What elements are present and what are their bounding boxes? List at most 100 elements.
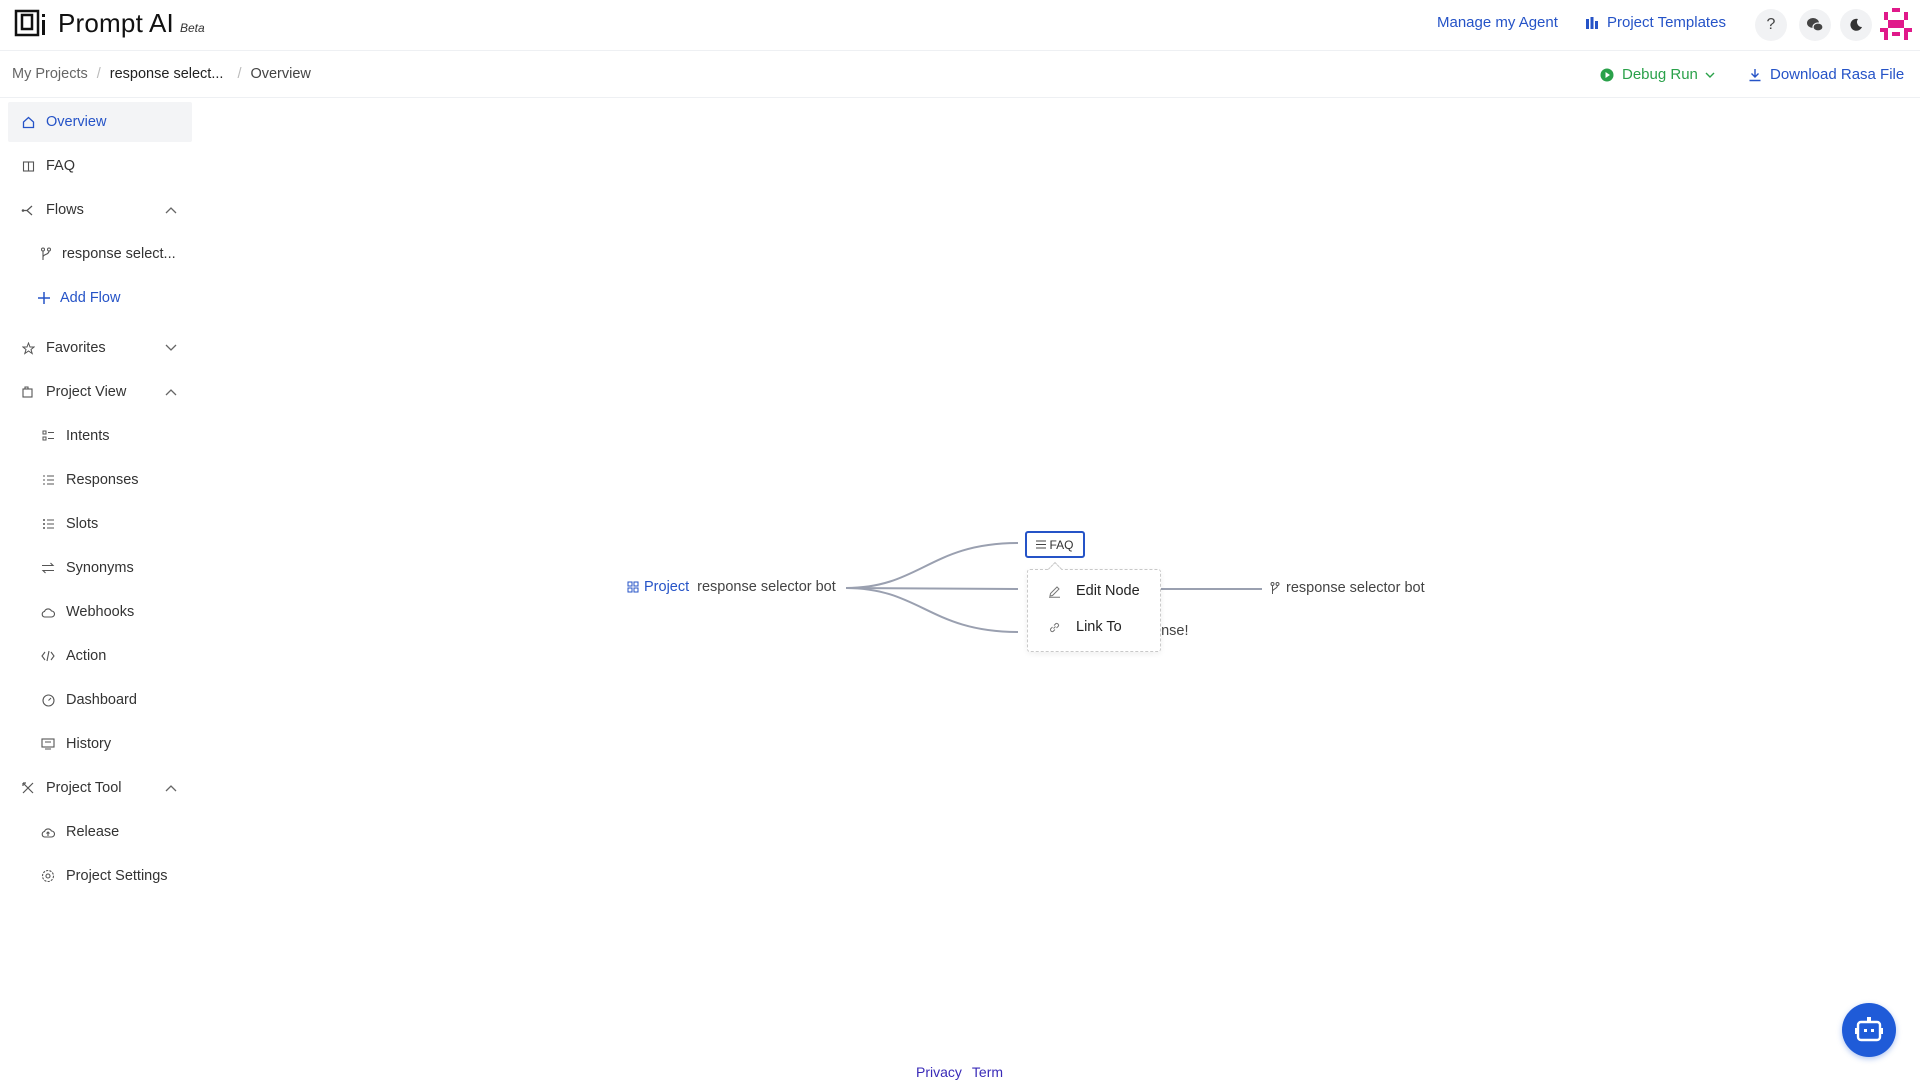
breadcrumb-bar: My Projects / response select... / Overv… — [0, 52, 1920, 98]
grid-icon — [627, 581, 639, 593]
sidebar-item-label: Action — [66, 648, 107, 664]
faq-node-label: FAQ — [1049, 537, 1074, 552]
sidebar-item-favorites[interactable]: Favorites — [20, 328, 106, 368]
sidebar-item-project-view[interactable]: Project View — [20, 372, 126, 412]
cloud-upload-icon — [40, 824, 56, 840]
sidebar-item-label: Slots — [66, 516, 99, 532]
gear-icon — [40, 868, 56, 884]
list-icon — [40, 516, 56, 532]
project-templates-label: Project Templates — [1607, 14, 1726, 31]
sidebar-item-label: Project Tool — [46, 780, 122, 796]
manage-agent-link[interactable]: Manage my Agent — [1437, 14, 1558, 31]
download-rasa-button[interactable]: Download Rasa File — [1748, 66, 1904, 83]
chevron-down-icon[interactable] — [164, 340, 178, 354]
sidebar-item-history[interactable]: History — [40, 724, 111, 764]
chevron-up-icon[interactable] — [164, 204, 178, 218]
logo-icon — [14, 9, 45, 37]
footer-links: Privacy Term — [916, 1064, 1003, 1080]
sidebar-item-label: Responses — [66, 472, 139, 488]
sidebar-item-label: Release — [66, 824, 120, 840]
app-logo[interactable]: Prompt AI Beta — [14, 8, 205, 38]
sidebar-item-label: Webhooks — [66, 604, 135, 620]
sidebar-item-overview[interactable]: Overview — [8, 102, 192, 142]
breadcrumb-separator: / — [96, 66, 101, 82]
sidebar-item-label: response select... — [62, 246, 176, 262]
add-flow-button[interactable]: Add Flow — [36, 278, 120, 318]
sidebar-item-label: Project Settings — [66, 868, 168, 884]
project-templates-link[interactable]: Project Templates — [1585, 14, 1726, 31]
node-context-menu: Edit Node Link To — [1027, 561, 1161, 652]
mindmap-root-node[interactable]: Project response selector bot — [627, 579, 836, 595]
debug-run-button[interactable]: Debug Run — [1600, 66, 1716, 83]
flows-icon — [20, 202, 36, 218]
sidebar-item-label: History — [66, 736, 112, 752]
mindmap-connectors — [845, 542, 1262, 633]
dashboard-icon — [40, 692, 56, 708]
tools-icon — [20, 780, 36, 796]
top-bar: Prompt AI Beta Manage my Agent Project T… — [0, 0, 1920, 51]
book-icon — [20, 158, 36, 174]
root-name: response selector bot — [697, 579, 836, 595]
moon-icon — [1850, 18, 1862, 31]
sidebar-item-label: Synonyms — [66, 560, 134, 576]
edit-node-label: Edit Node — [1076, 583, 1140, 599]
sidebar-item-label: Dashboard — [66, 692, 137, 708]
sidebar-item-flow-response-selector[interactable]: response select... — [38, 234, 176, 274]
link-to-label: Link To — [1076, 619, 1122, 635]
sidebar-item-action[interactable]: Action — [40, 636, 106, 676]
app-name: Prompt AI — [58, 8, 174, 38]
chevron-up-icon[interactable] — [164, 386, 178, 400]
mindmap-faq-node[interactable]: FAQ — [1025, 531, 1085, 558]
wechat-button[interactable] — [1799, 9, 1831, 41]
sidebar-item-label: Favorites — [46, 340, 106, 356]
pencil-icon — [1048, 585, 1062, 598]
sidebar-item-responses[interactable]: Responses — [40, 460, 139, 500]
breadcrumb-my-projects[interactable]: My Projects — [12, 66, 88, 82]
term-link[interactable]: Term — [972, 1064, 1003, 1080]
help-button[interactable]: ? — [1755, 9, 1787, 41]
chevron-down-icon — [1705, 72, 1715, 78]
cloud-icon — [40, 604, 56, 620]
sidebar-item-project-tool[interactable]: Project Tool — [20, 768, 122, 808]
download-icon — [1749, 68, 1761, 81]
dark-mode-button[interactable] — [1840, 9, 1872, 41]
templates-icon — [1586, 16, 1598, 29]
sidebar-item-flows[interactable]: Flows — [20, 190, 84, 230]
list-icon — [1036, 540, 1047, 549]
beta-label: Beta — [179, 21, 205, 35]
sidebar-item-label: FAQ — [46, 158, 76, 174]
sidebar-item-label: Flows — [46, 202, 84, 218]
avatar-icon[interactable] — [1880, 8, 1912, 40]
chevron-up-icon[interactable] — [164, 782, 178, 796]
download-rasa-label: Download Rasa File — [1770, 66, 1905, 83]
privacy-link[interactable]: Privacy — [916, 1064, 962, 1080]
sidebar-item-slots[interactable]: Slots — [40, 504, 98, 544]
sidebar-item-label: Project View — [46, 384, 127, 400]
sidebar-item-label: Intents — [66, 428, 110, 444]
sidebar-item-webhooks[interactable]: Webhooks — [40, 592, 134, 632]
sidebar-item-synonyms[interactable]: Synonyms — [40, 548, 134, 588]
sidebar-item-intents[interactable]: Intents — [40, 416, 110, 456]
code-icon — [40, 648, 56, 664]
intents-icon — [40, 428, 56, 444]
sidebar-item-release[interactable]: Release — [40, 812, 119, 852]
add-flow-label: Add Flow — [60, 290, 121, 306]
mindmap-flow-node[interactable]: response selector bot — [1270, 580, 1425, 596]
wechat-icon — [1807, 18, 1824, 32]
star-icon — [20, 340, 36, 356]
breadcrumb-separator: / — [237, 66, 242, 82]
breadcrumb-project[interactable]: response select... — [110, 66, 224, 82]
chatbot-button[interactable] — [1842, 1003, 1896, 1057]
plus-icon — [36, 290, 52, 306]
sidebar-item-faq[interactable]: FAQ — [20, 146, 75, 186]
sidebar-item-label: Overview — [46, 114, 107, 130]
project-view-icon — [20, 384, 36, 400]
robot-icon — [1855, 1017, 1883, 1042]
edit-node-menu-item[interactable]: Edit Node — [1048, 579, 1140, 603]
sidebar-item-project-settings[interactable]: Project Settings — [40, 856, 168, 896]
responses-icon — [40, 472, 56, 488]
popup-arrow — [1047, 561, 1063, 577]
link-to-menu-item[interactable]: Link To — [1048, 615, 1122, 639]
play-circle-icon — [1600, 68, 1614, 81]
sidebar-item-dashboard[interactable]: Dashboard — [40, 680, 137, 720]
